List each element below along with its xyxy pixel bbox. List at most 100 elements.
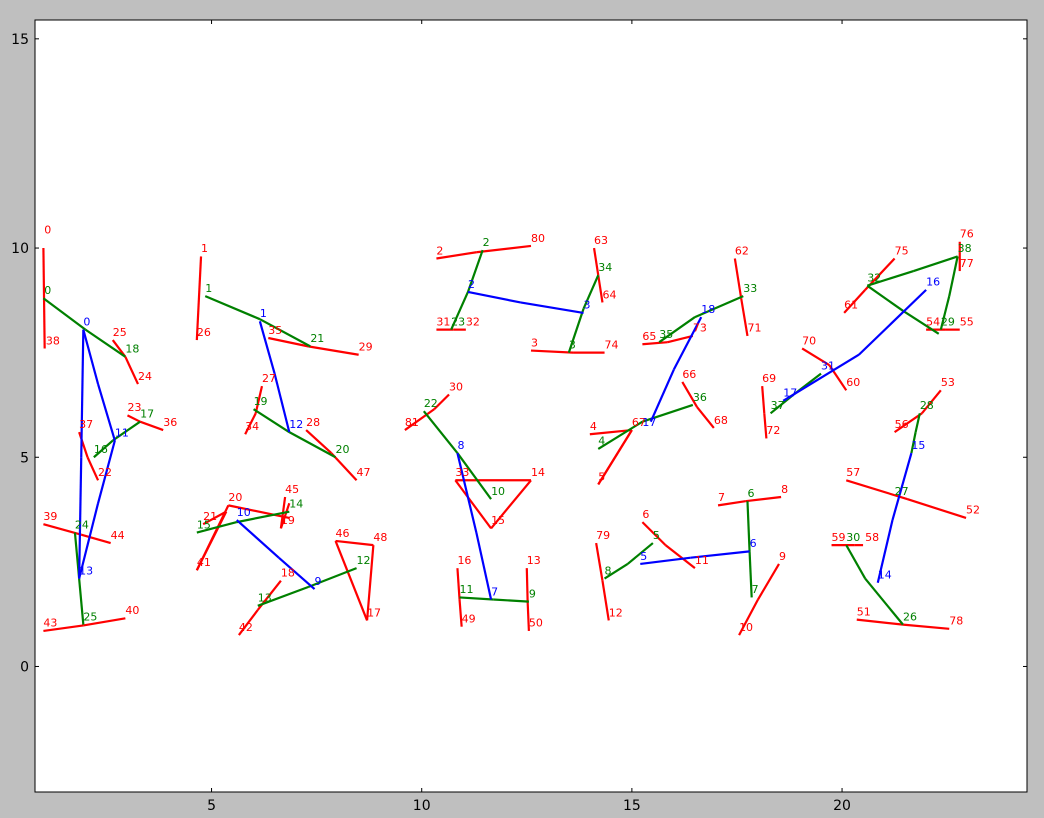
axes-background (35, 20, 1027, 792)
red-point-label: 45 (285, 483, 299, 496)
green-point-label: 13 (258, 592, 272, 605)
red-point-label: 19 (281, 514, 295, 527)
red-point-label: 41 (197, 556, 211, 569)
red-point-label: 74 (605, 338, 619, 351)
green-point-label: 7 (752, 583, 759, 596)
red-point-label: 73 (693, 322, 707, 335)
green-point-label: 6 (747, 487, 754, 500)
red-point-label: 64 (602, 288, 616, 301)
green-point-label: 21 (310, 332, 324, 345)
green-point-label: 12 (357, 554, 371, 567)
red-point-label: 49 (462, 613, 476, 626)
green-point-label: 11 (460, 583, 474, 596)
red-point-label: 27 (262, 372, 276, 385)
red-point-label: 15 (491, 514, 505, 527)
red-point-label: 39 (43, 510, 57, 523)
red-point-label: 63 (594, 234, 608, 247)
red-point-label: 35 (268, 324, 282, 337)
blue-point-label: 10 (237, 506, 251, 519)
red-point-label: 1 (201, 242, 208, 255)
red-point-label: 52 (966, 504, 980, 517)
red-point-label: 36 (163, 416, 177, 429)
red-point-label: 70 (802, 334, 816, 347)
blue-point-label: 13 (79, 564, 93, 577)
y-tick-label: 0 (20, 659, 29, 675)
x-tick-label: 20 (833, 798, 851, 814)
green-point-label: 30 (846, 531, 860, 544)
green-point-label: 15 (197, 518, 211, 531)
red-point-label: 13 (527, 554, 541, 567)
green-point-label: 25 (83, 610, 97, 623)
red-point-label: 32 (466, 315, 480, 328)
red-point-label: 76 (960, 228, 974, 241)
red-point-label: 47 (357, 466, 371, 479)
blue-point-label: 18 (701, 303, 715, 316)
green-point-label: 3 (569, 338, 576, 351)
red-point-label: 50 (529, 617, 543, 630)
red-point-label: 65 (642, 330, 656, 343)
red-point-label: 54 (926, 315, 940, 328)
green-point-label: 16 (94, 443, 108, 456)
blue-point-label: 0 (83, 315, 90, 328)
red-point-label: 51 (857, 605, 871, 618)
green-point-label: 24 (75, 518, 89, 531)
red-point-label: 58 (865, 531, 879, 544)
red-point-label: 42 (239, 621, 253, 634)
green-point-label: 0 (44, 284, 51, 297)
x-tick-label: 5 (207, 798, 216, 814)
red-point-label: 38 (46, 334, 60, 347)
red-point-label: 61 (844, 299, 858, 312)
red-point-label: 24 (138, 370, 152, 383)
green-point-label: 1 (205, 282, 212, 295)
red-point-label: 3 (531, 336, 538, 349)
blue-point-label: 8 (457, 439, 464, 452)
green-point-label: 10 (491, 485, 505, 498)
red-point-label: 28 (306, 416, 320, 429)
red-point-label: 69 (762, 372, 776, 385)
red-point-label: 46 (336, 527, 350, 540)
red-point-label: 40 (125, 604, 139, 617)
blue-point-label: 6 (750, 537, 757, 550)
red-point-label: 71 (747, 322, 761, 335)
green-point-label: 19 (254, 395, 268, 408)
green-point-label: 14 (289, 497, 303, 510)
red-point-label: 9 (779, 550, 786, 563)
green-point-label: 35 (659, 328, 673, 341)
red-point-label: 75 (895, 244, 909, 257)
y-tick-label: 15 (11, 32, 29, 48)
blue-point-label: 3 (584, 299, 591, 312)
green-point-label: 23 (451, 315, 465, 328)
green-point-label: 33 (743, 282, 757, 295)
red-point-label: 22 (98, 466, 112, 479)
blue-point-label: 9 (315, 575, 322, 588)
red-point-label: 68 (714, 414, 728, 427)
green-point-label: 32 (867, 272, 881, 285)
red-point-label: 57 (846, 466, 860, 479)
red-point-label: 0 (44, 223, 51, 236)
y-tick-label: 10 (11, 241, 29, 257)
red-point-label: 53 (941, 376, 955, 389)
x-tick-label: 10 (413, 798, 431, 814)
red-point-label: 33 (455, 466, 469, 479)
red-point-label: 62 (735, 244, 749, 257)
red-point-label: 5 (598, 470, 605, 483)
blue-point-label: 1 (260, 307, 267, 320)
green-point-label: 26 (903, 610, 917, 623)
green-point-label: 27 (895, 485, 909, 498)
blue-point-label: 15 (911, 439, 925, 452)
green-point-label: 18 (125, 343, 139, 356)
red-point-label: 11 (695, 554, 709, 567)
blue-point-label: 12 (289, 418, 303, 431)
red-point-label: 72 (766, 424, 780, 437)
red-point-label: 7 (718, 491, 725, 504)
blue-point-label: 7 (491, 585, 498, 598)
red-point-label: 30 (449, 380, 463, 393)
green-point-label: 2 (483, 236, 490, 249)
red-point-label: 48 (373, 531, 387, 544)
red-point-label: 10 (739, 621, 753, 634)
red-point-label: 77 (960, 257, 974, 270)
green-point-label: 37 (771, 399, 785, 412)
red-point-label: 6 (642, 508, 649, 521)
red-point-label: 20 (228, 491, 242, 504)
red-point-label: 31 (436, 315, 450, 328)
